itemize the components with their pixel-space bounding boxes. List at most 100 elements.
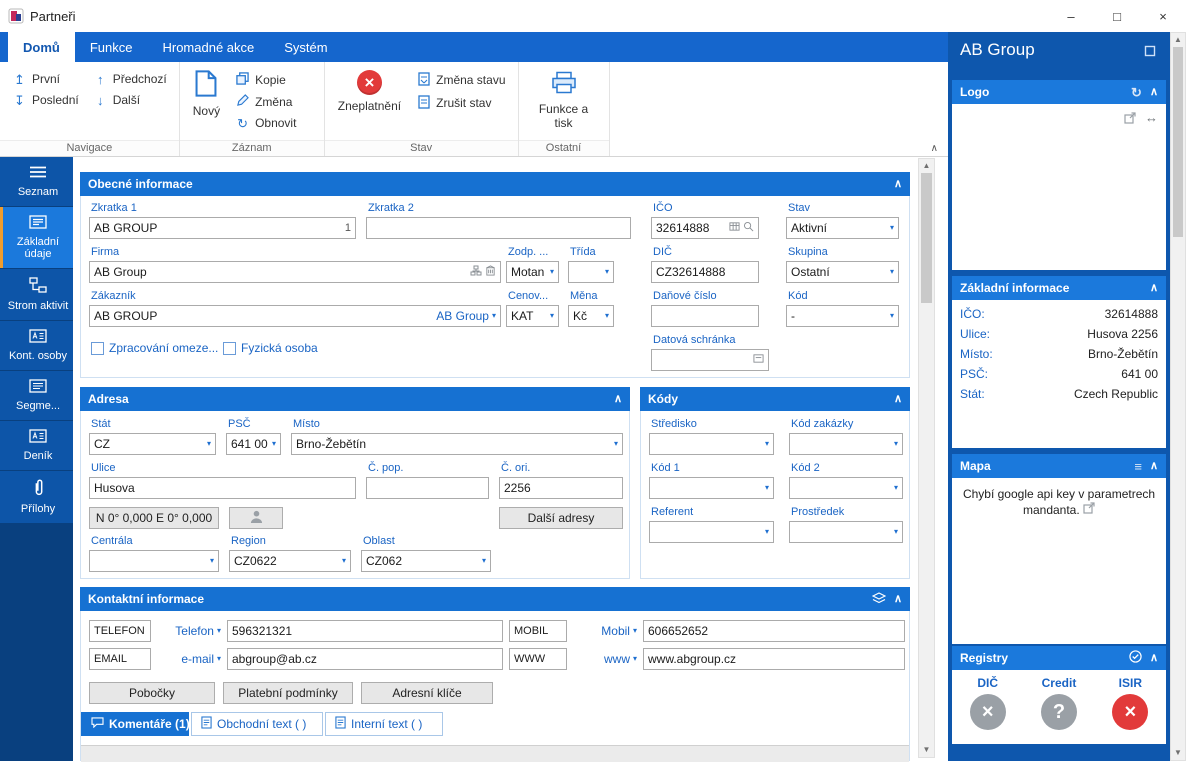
stav-combo[interactable]: Aktivní ▾ <box>786 217 899 239</box>
functions-print-button[interactable]: Funkce a tisk <box>527 68 601 132</box>
zkratka1-input[interactable]: AB GROUP 1 <box>89 217 356 239</box>
misto-combo[interactable]: Brno-Žebětín ▾ <box>291 433 623 455</box>
sidebar-item-kontaktni-osoby[interactable]: Kont. osoby <box>0 321 73 370</box>
contact-kind-combo[interactable]: e-mail ▾ <box>155 648 221 670</box>
collapse-icon[interactable]: ∧ <box>1150 282 1158 294</box>
tab-hromadne-akce[interactable]: Hromadné akce <box>147 32 269 62</box>
checkbox[interactable] <box>91 341 104 355</box>
zodpovedna-osoba-combo[interactable]: Motan ▾ <box>506 261 559 283</box>
platebni-podminky-button[interactable]: Platební podmínky <box>223 682 353 704</box>
credit-status-icon[interactable]: ? <box>1040 694 1077 730</box>
pin-icon[interactable] <box>1144 44 1156 62</box>
cenova-skupina-combo[interactable]: KAT ▾ <box>506 305 559 327</box>
ulice-input[interactable]: Husova <box>89 477 356 499</box>
collapse-icon[interactable]: ∧ <box>1150 460 1158 472</box>
contact-value-input[interactable]: www.abgroup.cz <box>643 648 905 670</box>
check-circle-icon[interactable] <box>1129 650 1142 666</box>
collapse-icon[interactable]: ∧ <box>894 593 902 605</box>
danove-cislo-input[interactable] <box>651 305 759 327</box>
scroll-down-arrow[interactable]: ▼ <box>1171 746 1185 760</box>
org-chart-icon[interactable] <box>470 265 482 279</box>
tab-komentare[interactable]: Komentáře (1) <box>81 712 190 736</box>
new-record-button[interactable]: Nový <box>188 68 225 120</box>
cislo-popisne-input[interactable] <box>366 477 489 499</box>
invalidate-button[interactable]: × Zneplatnění <box>333 68 406 115</box>
collapse-icon[interactable]: ∧ <box>894 393 902 405</box>
checkbox[interactable] <box>223 341 236 355</box>
contact-kind-combo[interactable]: Mobil ▾ <box>571 620 637 642</box>
ico-input[interactable]: 32614888 <box>651 217 759 239</box>
zakaznik-link[interactable]: AB Group <box>436 309 489 323</box>
contact-kind-combo[interactable]: Telefon ▾ <box>155 620 221 642</box>
contact-person-button[interactable] <box>229 507 283 529</box>
hamburger-icon[interactable]: ≡ <box>1134 460 1142 473</box>
tab-interni-text[interactable]: Interní text ( ) <box>325 712 443 736</box>
collapse-icon[interactable]: ∧ <box>1150 652 1158 664</box>
zpracovani-omezeni-checkbox[interactable]: Zpracování omeze... <box>91 341 218 355</box>
close-button[interactable]: × <box>1140 0 1186 32</box>
open-map-icon[interactable] <box>1083 502 1095 517</box>
kod2-combo[interactable]: ▾ <box>789 477 903 499</box>
dic-input[interactable]: CZ32614888 <box>651 261 759 283</box>
datova-schranka-input[interactable] <box>651 349 769 371</box>
fyzicka-osoba-checkbox[interactable]: Fyzická osoba <box>223 341 318 355</box>
open-external-icon[interactable] <box>1124 111 1136 129</box>
lookup-icon[interactable] <box>743 221 754 235</box>
refresh-button[interactable]: ↻ Obnovit <box>231 114 300 132</box>
sidebar-item-prilohy[interactable]: Přílohy <box>0 471 73 523</box>
contact-value-input[interactable]: 606652652 <box>643 620 905 642</box>
change-state-button[interactable]: Změna stavu <box>412 70 509 90</box>
psc-combo[interactable]: 641 00 ▾ <box>226 433 281 455</box>
collapse-icon[interactable]: ∧ <box>1150 86 1158 98</box>
tab-system[interactable]: Systém <box>269 32 342 62</box>
adresni-klice-button[interactable]: Adresní klíče <box>361 682 493 704</box>
prostredek-combo[interactable]: ▾ <box>789 521 903 543</box>
copy-button[interactable]: Kopie <box>231 70 300 89</box>
stat-combo[interactable]: CZ ▾ <box>89 433 216 455</box>
skupina-combo[interactable]: Ostatní ▾ <box>786 261 899 283</box>
pobocky-button[interactable]: Pobočky <box>89 682 215 704</box>
ribbon-collapse-button[interactable]: ∧ <box>931 143 938 154</box>
tab-funkce[interactable]: Funkce <box>75 32 148 62</box>
edit-button[interactable]: Změna <box>231 92 300 111</box>
kod1-combo[interactable]: ▾ <box>649 477 774 499</box>
collapse-icon[interactable]: ∧ <box>614 393 622 405</box>
cislo-orientacni-input[interactable]: 2256 <box>499 477 623 499</box>
panel-scrollbar[interactable]: ▲ ▼ <box>1170 32 1186 761</box>
registry-lookup-icon[interactable] <box>485 265 496 279</box>
region-combo[interactable]: CZ0622 ▾ <box>229 550 351 572</box>
zakaznik-combo[interactable]: AB GROUP AB Group ▾ <box>89 305 501 327</box>
scrollbar-thumb[interactable] <box>921 173 932 303</box>
scroll-down-arrow[interactable]: ▼ <box>919 743 934 757</box>
kod-combo[interactable]: - ▾ <box>786 305 899 327</box>
mena-combo[interactable]: Kč ▾ <box>568 305 614 327</box>
dic-status-icon[interactable]: × <box>969 694 1006 730</box>
cancel-state-button[interactable]: Zrušit stav <box>412 93 509 113</box>
resize-icon[interactable]: ↔ <box>1145 110 1158 125</box>
sidebar-item-strom-aktivit[interactable]: Strom aktivit <box>0 269 73 320</box>
tab-obchodni-text[interactable]: Obchodní text ( ) <box>191 712 323 736</box>
next-record-button[interactable]: ↓ Další <box>89 91 171 109</box>
sidebar-item-denik[interactable]: Deník <box>0 421 73 470</box>
gps-button[interactable]: N 0° 0,000 E 0° 0,000 <box>89 507 219 529</box>
refresh-icon[interactable]: ↻ <box>1131 86 1142 99</box>
layers-icon[interactable] <box>871 591 887 607</box>
sidebar-item-zakladni-udaje[interactable]: Základní údaje <box>0 207 73 268</box>
contact-type-input[interactable]: MOBIL <box>509 620 567 642</box>
contact-kind-combo[interactable]: www ▾ <box>571 648 637 670</box>
centrala-combo[interactable]: ▾ <box>89 550 219 572</box>
first-record-button[interactable]: ↥ První <box>8 70 83 88</box>
contact-type-input[interactable]: WWW <box>509 648 567 670</box>
maximize-button[interactable]: □ <box>1094 0 1140 32</box>
sidebar-item-seznam[interactable]: Seznam <box>0 157 73 206</box>
referent-combo[interactable]: ▾ <box>649 521 774 543</box>
sidebar-item-segmentace[interactable]: Segme... <box>0 371 73 420</box>
grid-icon[interactable] <box>729 221 740 235</box>
minimize-button[interactable]: – <box>1048 0 1094 32</box>
isir-status-icon[interactable]: × <box>1112 694 1149 730</box>
contact-type-input[interactable]: TELEFON <box>89 620 151 642</box>
contact-value-input[interactable]: 596321321 <box>227 620 503 642</box>
tab-domu[interactable]: Domů <box>8 32 75 62</box>
stredisko-combo[interactable]: ▾ <box>649 433 774 455</box>
main-scrollbar[interactable]: ▲ ▼ <box>918 158 935 758</box>
